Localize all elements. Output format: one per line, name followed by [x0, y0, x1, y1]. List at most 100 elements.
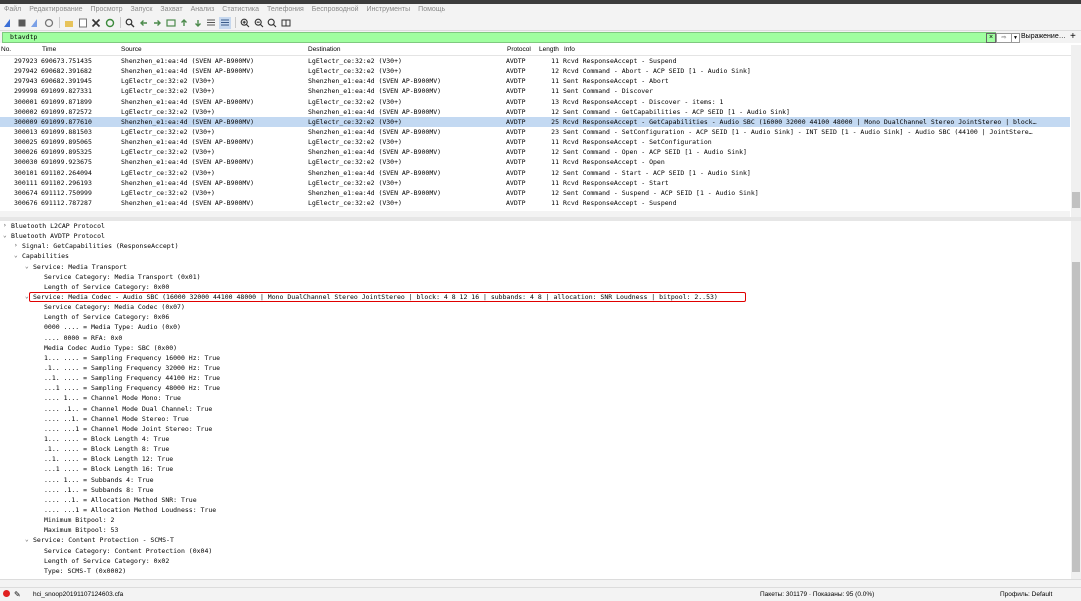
add-filter-button[interactable]: + [1070, 31, 1076, 42]
table-row[interactable]: 300676 691112.787287 Shenzhen_e1:ea:4d (SV… [0, 198, 1070, 208]
tree-item[interactable]: Maximum Bitpool: 53 [0, 525, 1070, 535]
go-last-icon[interactable] [192, 17, 204, 29]
tree-item[interactable]: .1.. .... = Block Length 8: True [0, 444, 1070, 454]
collapsed-arrow-icon[interactable]: › [14, 241, 18, 251]
colorize-icon[interactable] [218, 16, 231, 29]
table-row[interactable]: 300013 691099.881503 LgElectr_ce:32:e2 (V3… [0, 127, 1070, 137]
column-header-protocol[interactable]: Protocol [507, 46, 531, 53]
table-row[interactable]: 297942 690682.391682 Shenzhen_e1:ea:4d (SV… [0, 66, 1070, 76]
table-row[interactable]: 299998 691099.827331 LgElectr_ce:32:e2 (V3… [0, 86, 1070, 96]
tree-item[interactable]: .... ...1 = Channel Mode Joint Stereo: T… [0, 424, 1070, 434]
zoom-in-icon[interactable] [239, 17, 251, 29]
expanded-arrow-icon[interactable]: ⌄ [25, 262, 29, 272]
tree-item[interactable]: Service Category: Media Codec (0x07) [0, 302, 1070, 312]
tree-item[interactable]: 1... .... = Sampling Frequency 16000 Hz:… [0, 353, 1070, 363]
go-forward-icon[interactable] [151, 17, 163, 29]
column-header-no[interactable]: No. [1, 46, 11, 53]
table-row[interactable]: 300030 691099.923675 Shenzhen_e1:ea:4d (SV… [0, 157, 1070, 167]
table-row[interactable]: 297923 690673.751435 Shenzhen_e1:ea:4d (SV… [0, 56, 1070, 66]
tree-item[interactable]: .... 0000 = RFA: 0x0 [0, 333, 1070, 343]
table-row[interactable]: 300026 691099.895325 LgElectr_ce:32:e2 (V3… [0, 147, 1070, 157]
menu-item[interactable]: Редактирование [25, 6, 86, 13]
tree-item[interactable]: ⌄ Service: Media Transport [0, 262, 1070, 272]
find-packet-icon[interactable] [124, 17, 136, 29]
column-header-time[interactable]: Time [42, 46, 56, 53]
tree-item[interactable]: Length of Service Category: 0x06 [0, 312, 1070, 322]
go-back-icon[interactable] [138, 17, 150, 29]
capture-options-icon[interactable] [43, 17, 55, 29]
column-header-destination[interactable]: Destination [308, 46, 341, 53]
tree-item[interactable]: Length of Service Category: 0x00 [0, 282, 1070, 292]
expression-button[interactable]: Выражение… [1021, 32, 1066, 42]
table-row[interactable]: 300025 691099.895065 Shenzhen_e1:ea:4d (SV… [0, 137, 1070, 147]
tree-item[interactable]: .... ..1. = Channel Mode Stereo: True [0, 414, 1070, 424]
tree-item[interactable]: ..1. .... = Block Length 12: True [0, 454, 1070, 464]
tree-item[interactable]: ⌄ Service: Content Protection - SCMS-T [0, 535, 1070, 545]
open-file-icon[interactable] [63, 17, 75, 29]
resize-columns-icon[interactable] [280, 17, 292, 29]
expanded-arrow-icon[interactable]: ⌄ [14, 251, 18, 261]
packet-list-scroll-thumb[interactable] [1072, 192, 1080, 208]
menu-item[interactable]: Беспроводной [308, 6, 363, 13]
shark-fin-icon[interactable] [2, 17, 14, 29]
tree-item[interactable]: ⌄ Bluetooth AVDTP Protocol [0, 231, 1070, 241]
table-row-selected[interactable]: 300009 691099.877610 Shenzhen_e1:ea:4d (SV… [0, 116, 1070, 127]
go-first-icon[interactable] [178, 17, 190, 29]
restart-icon[interactable] [29, 17, 41, 29]
tree-item[interactable]: ..1. .... = Sampling Frequency 44100 Hz:… [0, 373, 1070, 383]
tree-item[interactable]: 1... .... = Block Length 4: True [0, 434, 1070, 444]
column-header-length[interactable]: Length [539, 46, 559, 53]
save-file-icon[interactable] [77, 17, 89, 29]
tree-item[interactable]: ...1 .... = Sampling Frequency 48000 Hz:… [0, 383, 1070, 393]
column-header-source[interactable]: Source [121, 46, 142, 53]
tree-item[interactable]: .... ...1 = Allocation Method Loudness: … [0, 505, 1070, 515]
table-row[interactable]: 300111 691102.296193 Shenzhen_e1:ea:4d (SV… [0, 178, 1070, 188]
collapsed-arrow-icon[interactable]: › [3, 221, 7, 231]
menu-item[interactable]: Запуск [127, 6, 157, 13]
tree-item[interactable]: .... ..1. = Allocation Method SNR: True [0, 495, 1070, 505]
menu-item[interactable]: Инструменты [363, 6, 415, 13]
status-profile[interactable]: Профиль: Default [1000, 591, 1052, 598]
capture-comment-icon[interactable]: ✎ [14, 590, 21, 599]
tree-item[interactable]: .1.. .... = Sampling Frequency 32000 Hz:… [0, 363, 1070, 373]
table-row[interactable]: 297943 690682.391945 LgElectr_ce:32:e2 (V3… [0, 76, 1070, 86]
expanded-arrow-icon[interactable]: ⌄ [3, 231, 7, 241]
tree-item[interactable]: Media Codec Audio Type: SBC (0x00) [0, 343, 1070, 353]
tree-item[interactable]: 0000 .... = Media Type: Audio (0x0) [0, 322, 1070, 332]
filter-history-dropdown-icon[interactable]: ▼ [1011, 33, 1020, 43]
tree-item[interactable]: Service Category: Content Protection (0x… [0, 546, 1070, 556]
tree-item[interactable]: Service Category: Media Transport (0x01) [0, 272, 1070, 282]
menu-item[interactable]: Статистика [218, 6, 263, 13]
menu-item[interactable]: Захват [156, 6, 186, 13]
reload-icon[interactable] [104, 17, 116, 29]
tree-item[interactable]: › Bluetooth L2CAP Protocol [0, 221, 1070, 231]
stop-icon[interactable] [16, 17, 28, 29]
details-scroll-thumb[interactable] [1072, 262, 1080, 572]
tree-item[interactable]: ⌄ Capabilities [0, 251, 1070, 261]
tree-item[interactable]: › Signal: GetCapabilities (ResponseAccept… [0, 241, 1070, 251]
go-to-packet-icon[interactable] [165, 17, 177, 29]
table-row[interactable]: 300001 691099.871899 Shenzhen_e1:ea:4d (SV… [0, 97, 1070, 107]
menu-item[interactable]: Помощь [414, 6, 449, 13]
tree-item[interactable]: Type: SCMS-T (0x0002) [0, 566, 1070, 576]
tree-item[interactable]: .... 1... = Subbands 4: True [0, 475, 1070, 485]
expanded-arrow-icon[interactable]: ⌄ [25, 535, 29, 545]
tree-item[interactable]: ...1 .... = Block Length 16: True [0, 464, 1070, 474]
column-header-info[interactable]: Info [564, 46, 575, 53]
apply-filter-icon[interactable]: ⇨ [996, 33, 1012, 43]
autoscroll-icon[interactable] [205, 17, 217, 29]
expert-info-icon[interactable] [3, 590, 10, 597]
zoom-normal-icon[interactable] [266, 17, 278, 29]
menu-item[interactable]: Анализ [187, 6, 219, 13]
tree-item[interactable]: .... .1.. = Channel Mode Dual Channel: T… [0, 404, 1070, 414]
table-row[interactable]: 300101 691102.264094 LgElectr_ce:32:e2 (V3… [0, 168, 1070, 178]
table-row[interactable]: 300002 691099.872572 LgElectr_ce:32:e2 (V3… [0, 107, 1070, 117]
tree-item[interactable]: Length of Service Category: 0x02 [0, 556, 1070, 566]
tree-item[interactable]: .... 1... = Channel Mode Mono: True [0, 393, 1070, 403]
display-filter-input[interactable]: btavdtp [2, 32, 996, 43]
tree-item[interactable]: .... .1.. = Subbands 8: True [0, 485, 1070, 495]
menu-item[interactable]: Просмотр [87, 6, 127, 13]
menu-item[interactable]: Телефония [263, 6, 308, 13]
menu-item[interactable]: Файл [0, 6, 25, 13]
table-row[interactable]: 300674 691112.750999 LgElectr_ce:32:e2 (V3… [0, 188, 1070, 198]
